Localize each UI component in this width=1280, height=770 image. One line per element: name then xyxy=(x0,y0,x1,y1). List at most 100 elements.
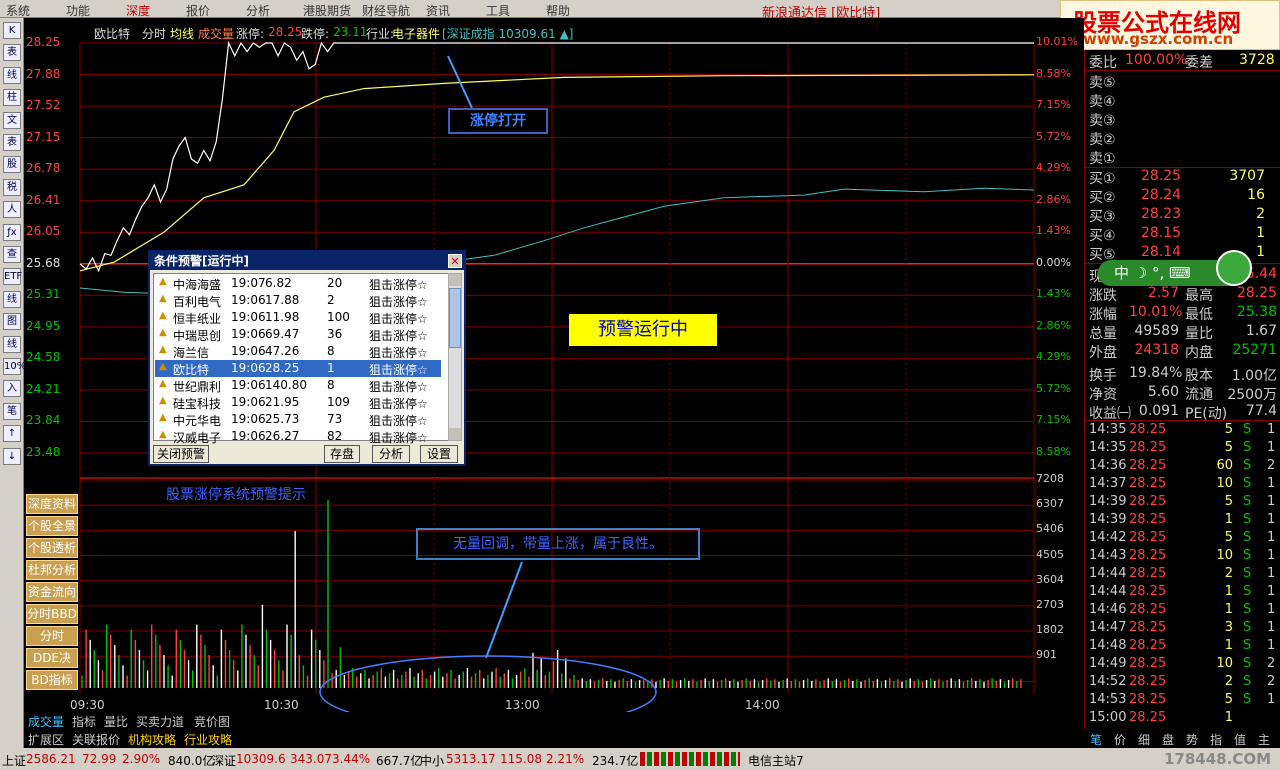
indicator-tab-3[interactable]: 买卖力道 xyxy=(136,713,184,730)
scroll-down-icon[interactable] xyxy=(449,428,461,440)
tick-side: S xyxy=(1243,602,1252,617)
menu-finance-nav[interactable]: 财经导航 xyxy=(362,2,410,19)
toolbar-button-5[interactable]: 表 xyxy=(3,134,21,151)
alert-time: 19:06 xyxy=(231,293,266,307)
alert-list[interactable]: ▲ 中海海盛 19:07 6.82 20 狙击涨停☆ ▲ 百利电气 19:06 17.88 2 狙击涨… xyxy=(153,273,449,445)
side-button-7[interactable]: DDE决策 xyxy=(26,648,78,683)
toolbar-button-0[interactable]: K xyxy=(3,22,21,39)
alert-row[interactable]: ▲ 中瑞思创 19:06 69.47 36 狙击涨停☆ xyxy=(155,326,441,343)
toolbar-button-14[interactable]: 线 xyxy=(3,335,21,353)
alert-row[interactable]: ▲ 汉威电子 19:06 26.27 82 狙击涨停☆ xyxy=(155,428,441,445)
analyze-button[interactable]: 分析 xyxy=(372,445,410,463)
toolbar-button-2[interactable]: 线 xyxy=(3,66,21,84)
menu-function[interactable]: 功能 xyxy=(66,2,90,19)
right-tab-6[interactable]: 值 xyxy=(1234,731,1246,748)
stat-label: 总量 xyxy=(1089,326,1117,342)
toolbar-button-11[interactable]: ETF xyxy=(3,268,22,286)
side-button-3[interactable]: 杜邦分析 xyxy=(26,560,78,580)
close-icon[interactable]: ✕ xyxy=(448,254,462,268)
alert-row[interactable]: ▲ 世纪鼎利 19:06 140.80 8 狙击涨停☆ xyxy=(155,377,441,394)
indicator-tab-0[interactable]: 成交量 xyxy=(28,713,64,730)
scroll-thumb[interactable] xyxy=(449,288,461,348)
tick-price: 28.25 xyxy=(1129,656,1167,671)
side-button-1[interactable]: 个股全景 xyxy=(26,516,78,536)
right-tab-2[interactable]: 细 xyxy=(1138,731,1150,748)
right-tab-1[interactable]: 价 xyxy=(1114,731,1126,748)
menu-depth[interactable]: 深度 xyxy=(126,2,150,19)
toolbar-button-16[interactable]: 入 xyxy=(3,380,21,398)
stat-label: 量比 xyxy=(1185,326,1213,342)
tick-count: 2 xyxy=(1267,656,1276,671)
stat-label: 流通 xyxy=(1185,387,1213,403)
toolbar-button-18[interactable]: ↑ xyxy=(3,425,21,443)
toolbar-button-3[interactable]: 柱 xyxy=(3,89,21,107)
alert-row[interactable]: ▲ 恒丰纸业 19:06 11.98 100 狙击涨停☆ xyxy=(155,309,441,326)
tick-volume: 1 xyxy=(1224,584,1233,599)
toolbar-button-15[interactable]: 10% xyxy=(3,358,26,375)
alert-row[interactable]: ▲ 百利电气 19:06 17.88 2 狙击涨停☆ xyxy=(155,292,441,309)
toolbar-button-9[interactable]: ƒx xyxy=(3,223,21,241)
right-tab-0[interactable]: 笔 xyxy=(1090,731,1102,748)
tick-price: 28.25 xyxy=(1129,674,1167,689)
dialog-title: 条件预警[运行中] xyxy=(150,252,464,270)
condition-alert-dialog[interactable]: 条件预警[运行中] ✕ ▲ 中海海盛 19:07 6.82 20 狙击涨停☆ ▲ 百利电气 19… xyxy=(148,250,466,466)
toolbar-button-6[interactable]: 股 xyxy=(3,156,21,174)
menu-system[interactable]: 系统 xyxy=(6,2,30,19)
ime-logo-icon[interactable] xyxy=(1216,250,1252,286)
toolbar-button-12[interactable]: 线 xyxy=(3,290,21,308)
tick-volume: 5 xyxy=(1224,494,1233,509)
extension-tab-1[interactable]: 关联报价 xyxy=(72,731,120,748)
industry-value[interactable]: 电子器件 xyxy=(392,25,440,42)
toolbar-button-8[interactable]: 人 xyxy=(3,201,21,219)
tick-side: S xyxy=(1243,620,1252,635)
alert-time: 19:06 xyxy=(231,361,266,375)
right-tab-4[interactable]: 势 xyxy=(1186,731,1198,748)
alert-row[interactable]: ▲ 欧比特 19:06 28.25 1 狙击涨停☆ xyxy=(155,360,441,377)
extension-tab-2[interactable]: 机构攻略 xyxy=(128,731,176,748)
toolbar-button-17[interactable]: 笔 xyxy=(3,402,21,420)
list-scrollbar[interactable] xyxy=(448,273,462,441)
menu-tools[interactable]: 工具 xyxy=(486,2,510,19)
menu-analysis[interactable]: 分析 xyxy=(246,2,270,19)
side-button-8[interactable]: BD指标 xyxy=(26,670,78,690)
alert-row[interactable]: ▲ 中海海盛 19:07 6.82 20 狙击涨停☆ xyxy=(155,275,441,292)
indicator-tab-1[interactable]: 指标 xyxy=(72,713,96,730)
tick-side: S xyxy=(1243,692,1252,707)
toolbar-button-19[interactable]: ↓ xyxy=(3,447,21,465)
alert-price: 25.73 xyxy=(265,412,300,426)
side-button-5[interactable]: 分时BBD xyxy=(26,604,78,624)
alert-row[interactable]: ▲ 海兰信 19:06 47.26 8 狙击涨停☆ xyxy=(155,343,441,360)
settings-button[interactable]: 设置 xyxy=(420,445,458,463)
indicator-tab-4[interactable]: 竞价图 xyxy=(194,713,230,730)
extension-tab-0[interactable]: 扩展区 xyxy=(28,731,64,748)
extension-tab-3[interactable]: 行业攻略 xyxy=(184,731,232,748)
toolbar-button-10[interactable]: 查 xyxy=(3,246,21,263)
indicator-tab-2[interactable]: 量比 xyxy=(104,713,128,730)
right-tab-7[interactable]: 主 xyxy=(1258,731,1270,748)
index-quote: [深证成指 10309.61 ▲] xyxy=(442,27,574,41)
menu-quote[interactable]: 报价 xyxy=(186,2,210,19)
side-button-6[interactable]: 分时DDX xyxy=(26,626,78,661)
menu-news[interactable]: 资讯 xyxy=(426,2,450,19)
right-tab-3[interactable]: 盘 xyxy=(1162,731,1174,748)
right-tab-5[interactable]: 指 xyxy=(1210,731,1222,748)
menu-help[interactable]: 帮助 xyxy=(546,2,570,19)
tick-time: 14:49 xyxy=(1089,656,1127,671)
save-button[interactable]: 存盘 xyxy=(324,445,360,463)
side-button-2[interactable]: 个股透析 xyxy=(26,538,78,558)
running-annotation: 预警运行中 xyxy=(569,314,717,346)
side-button-0[interactable]: 深度资料 xyxy=(26,494,78,514)
tick-row: 14:39 28.25 5 S 1 xyxy=(1089,494,1279,512)
close-alert-button[interactable]: 关闭预警 xyxy=(153,445,209,463)
toolbar-button-4[interactable]: 文 xyxy=(3,111,21,129)
toolbar-button-7[interactable]: 税 xyxy=(3,178,21,196)
menu-hk-futures[interactable]: 港股期货 xyxy=(303,2,351,19)
scroll-up-icon[interactable] xyxy=(449,274,461,286)
toolbar-button-1[interactable]: 表 xyxy=(3,44,21,62)
tick-price: 28.25 xyxy=(1129,422,1167,437)
alert-row[interactable]: ▲ 硅宝科技 19:06 21.95 109 狙击涨停☆ xyxy=(155,394,441,411)
toolbar-button-13[interactable]: 图 xyxy=(3,313,21,331)
side-button-4[interactable]: 资金流向 xyxy=(26,582,78,602)
server-name[interactable]: 电信主站7 xyxy=(748,752,804,769)
alert-row[interactable]: ▲ 中元华电 19:06 25.73 73 狙击涨停☆ xyxy=(155,411,441,428)
